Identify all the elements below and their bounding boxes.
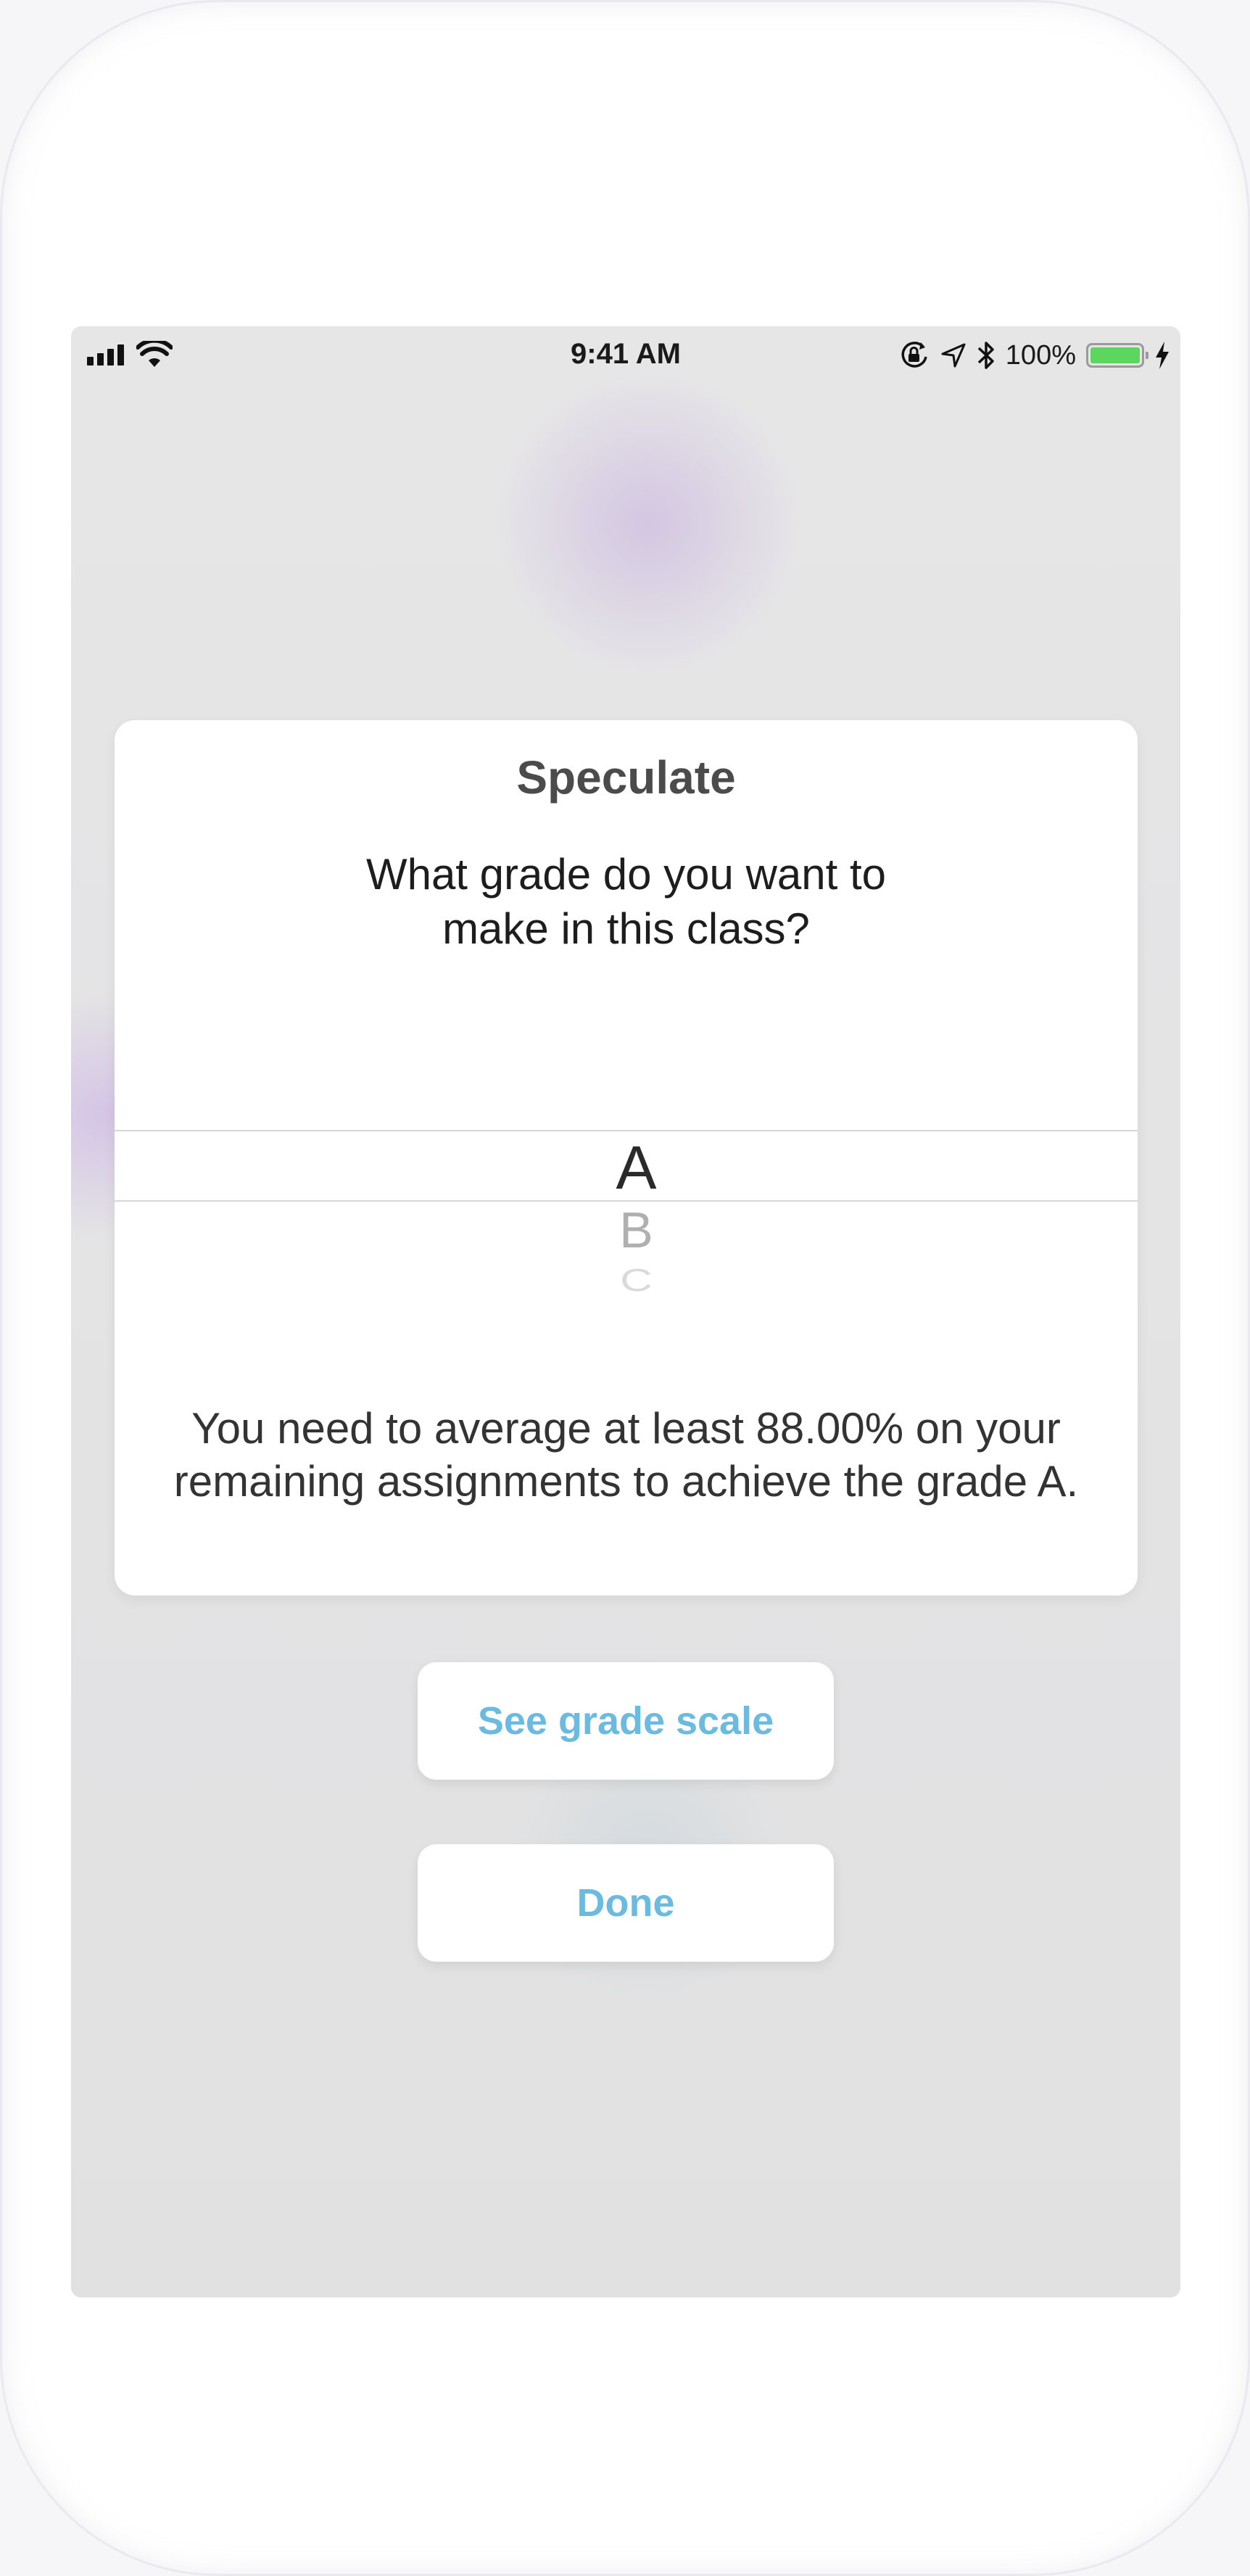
- picker-option-selected[interactable]: A: [125, 1133, 1148, 1203]
- battery-icon: [1086, 343, 1148, 368]
- speculate-dialog: Speculate What grade do you want to make…: [115, 720, 1138, 1595]
- location-arrow-icon: [941, 343, 966, 368]
- status-bar: 9:41 AM 100%: [71, 326, 1180, 384]
- question-line-2: make in this class?: [442, 904, 810, 953]
- dialog-title: Speculate: [516, 751, 736, 804]
- dialog-question: What grade do you want to make in this c…: [115, 847, 1138, 956]
- picker-selection-top-line: [115, 1130, 1138, 1131]
- status-right-group: 100%: [898, 337, 1170, 374]
- grade-picker[interactable]: A B C: [115, 1130, 1138, 1311]
- question-line-1: What grade do you want to: [365, 850, 887, 899]
- message-line-1: You need to average at least 88.00% on y…: [191, 1404, 1061, 1453]
- charging-bolt-icon: [1156, 342, 1169, 369]
- orientation-lock-icon: [901, 342, 927, 368]
- see-grade-scale-button[interactable]: See grade scale: [418, 1662, 834, 1780]
- message-line-2: remaining assignments to achieve the gra…: [173, 1457, 1079, 1506]
- done-button[interactable]: Done: [418, 1844, 834, 1962]
- battery-fill: [1090, 347, 1140, 363]
- bluetooth-icon: [977, 342, 994, 369]
- app-screen: 9:41 AM 100% Speculate What grade do you…: [71, 326, 1180, 2298]
- battery-percent: 100%: [1005, 339, 1076, 371]
- grade-requirement-message: You need to average at least 88.00% on y…: [115, 1402, 1138, 1508]
- picker-option[interactable]: C: [125, 1263, 1148, 1299]
- picker-option[interactable]: B: [125, 1201, 1148, 1259]
